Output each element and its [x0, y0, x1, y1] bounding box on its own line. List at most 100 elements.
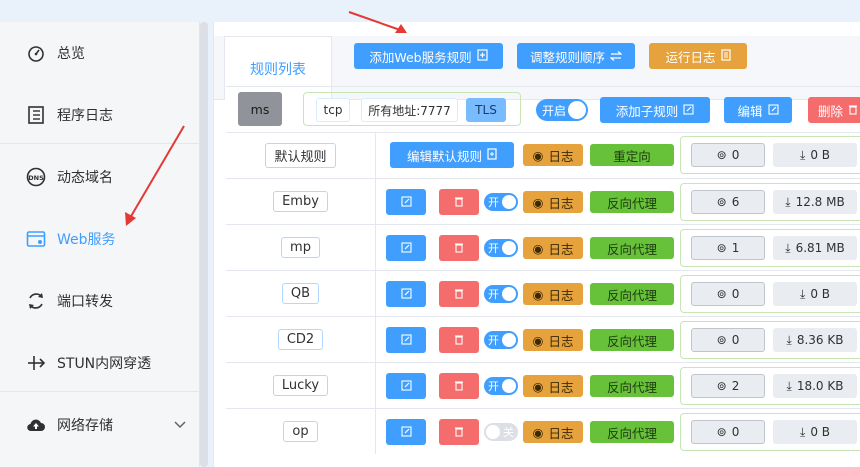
- edit-subrule-button[interactable]: [386, 419, 426, 445]
- delete-subrule-button[interactable]: [439, 373, 479, 399]
- subrule-enable-switch[interactable]: 开: [484, 193, 518, 211]
- log-button[interactable]: ◉ 日志: [523, 329, 583, 351]
- sidebar-item-label: 动态域名: [57, 170, 113, 186]
- subrule-row: Emby 开 ◉ 日志 反向代理 ⊚ 6 ⤓ 12.8 MB: [226, 178, 860, 224]
- sidebar-item-overview[interactable]: 总览: [0, 22, 200, 84]
- stats-group: ⊚ 0 ⤓ 8.36 KB: [680, 321, 860, 359]
- chevron-down-icon[interactable]: [174, 417, 186, 433]
- edit-subrule-button[interactable]: [386, 281, 426, 307]
- edit-subrule-button[interactable]: [386, 235, 426, 261]
- button-label: 调整规则顺序: [529, 49, 605, 65]
- add-subrule-button[interactable]: 添加子规则: [600, 97, 710, 123]
- rule-name-tag: Lucky: [272, 375, 329, 396]
- edit-icon: [400, 241, 412, 256]
- delete-subrule-button[interactable]: [439, 419, 479, 445]
- edit-subrule-button[interactable]: [386, 327, 426, 353]
- add-web-rule-button[interactable]: 添加Web服务规则: [354, 43, 503, 69]
- name-cell: Lucky: [226, 363, 376, 408]
- connections-stat: ⊚ 6: [691, 190, 765, 214]
- delete-subrule-button[interactable]: [439, 235, 479, 261]
- edit-icon: [400, 333, 412, 348]
- sidebar-item-label: STUN内网穿透: [57, 356, 152, 372]
- delete-rule-button[interactable]: 删除: [808, 97, 860, 123]
- sidebar-item-network-storage[interactable]: 网络存储: [0, 394, 200, 456]
- subrule-enable-switch[interactable]: 开: [484, 285, 518, 303]
- stats-group: ⊚ 0 ⤓ 0 B: [680, 275, 860, 313]
- mode-tag: ms: [238, 92, 282, 126]
- rule-name-tag: Emby: [273, 191, 328, 212]
- connections-stat: ⊚ 0: [691, 420, 765, 444]
- subrule-enable-switch[interactable]: 关: [484, 423, 518, 441]
- sidebar-item-web-service[interactable]: Web服务: [0, 208, 200, 270]
- button-label: 编辑: [737, 103, 763, 119]
- log-button[interactable]: ◉ 日志: [523, 283, 583, 305]
- sidebar-divider: [0, 143, 200, 144]
- traffic-stat: ⤓ 6.81 MB: [773, 236, 857, 260]
- delete-subrule-button[interactable]: [439, 327, 479, 353]
- stats-group: ⊚ 0 ⤓ 0 B: [680, 136, 860, 174]
- run-log-button[interactable]: 运行日志: [649, 43, 747, 69]
- connections-value: 0: [731, 425, 740, 439]
- delete-subrule-button[interactable]: [439, 281, 479, 307]
- traffic-value: 12.8 MB: [795, 195, 845, 209]
- rule-name-tag: QB: [281, 283, 320, 304]
- rule-enable-switch[interactable]: 开启: [536, 99, 588, 121]
- subrule-enable-switch[interactable]: 开: [484, 377, 518, 395]
- button-label: 日志: [548, 241, 574, 257]
- subrule-enable-switch[interactable]: 开: [484, 331, 518, 349]
- sidebar-item-port-forward[interactable]: 端口转发: [0, 270, 200, 332]
- reorder-rules-button[interactable]: 调整规则顺序: [517, 43, 635, 69]
- traffic-value: 18.0 KB: [796, 379, 844, 393]
- log-button[interactable]: ◉ 日志: [523, 237, 583, 259]
- edit-rule-button[interactable]: 编辑: [724, 97, 792, 123]
- switch-knob: [502, 333, 516, 347]
- traffic-value: 0 B: [810, 148, 830, 162]
- edit-default-rule-button[interactable]: 编辑默认规则: [390, 142, 514, 168]
- action-label: 反向代理: [606, 241, 657, 257]
- action-label: 反向代理: [606, 425, 657, 441]
- stun-icon: [25, 352, 47, 374]
- trash-icon: [454, 379, 464, 394]
- web-service-icon: [25, 228, 47, 250]
- traffic-stat: ⤓ 8.36 KB: [773, 328, 857, 352]
- trash-icon: [454, 195, 464, 210]
- download-icon: ⤓: [785, 194, 791, 209]
- delete-subrule-button[interactable]: [439, 189, 479, 215]
- sidebar-item-ddns[interactable]: DNS 动态域名: [0, 146, 200, 208]
- log-button[interactable]: ◉ 日志: [523, 144, 583, 166]
- switch-label: 开: [488, 288, 499, 301]
- name-cell: CD2: [226, 317, 376, 362]
- action-tag: 反向代理: [590, 283, 674, 305]
- subrule-enable-switch[interactable]: 开: [484, 239, 518, 257]
- link-icon: ⊚: [716, 425, 727, 439]
- sidebar: 总览 程序日志 DNS 动态域名 Web服务 端口转发 STUN内网穿透 网络存…: [0, 22, 200, 467]
- edit-icon: [400, 287, 412, 302]
- traffic-stat: ⤓ 18.0 KB: [773, 374, 857, 398]
- traffic-stat: ⤓ 0 B: [773, 420, 857, 444]
- button-label: 日志: [548, 333, 574, 349]
- trash-icon: [454, 425, 464, 440]
- switch-knob: [502, 195, 516, 209]
- traffic-value: 6.81 MB: [795, 241, 845, 255]
- link-icon: ⊚: [716, 241, 727, 255]
- sidebar-item-stun[interactable]: STUN内网穿透: [0, 332, 200, 394]
- log-button[interactable]: ◉ 日志: [523, 375, 583, 397]
- switch-knob: [502, 287, 516, 301]
- sidebar-item-program-log[interactable]: 程序日志: [0, 84, 200, 146]
- log-button[interactable]: ◉ 日志: [523, 191, 583, 213]
- edit-subrule-button[interactable]: [386, 189, 426, 215]
- log-button[interactable]: ◉ 日志: [523, 421, 583, 443]
- address-tag: 所有地址:7777: [361, 98, 458, 122]
- subrule-row: mp 开 ◉ 日志 反向代理 ⊚ 1 ⤓ 6.81 MB: [226, 224, 860, 270]
- edit-icon: [767, 103, 779, 118]
- sidebar-scrollbar[interactable]: [200, 22, 208, 467]
- edit-subrule-button[interactable]: [386, 373, 426, 399]
- trash-icon: [454, 241, 464, 256]
- eye-icon: ◉: [532, 424, 544, 440]
- eye-icon: ◉: [532, 240, 544, 256]
- cloud-storage-icon: [25, 414, 47, 436]
- traffic-value: 8.36 KB: [796, 333, 844, 347]
- dashboard-icon: [25, 42, 47, 64]
- edit-icon: [400, 425, 412, 440]
- action-tag: 反向代理: [590, 237, 674, 259]
